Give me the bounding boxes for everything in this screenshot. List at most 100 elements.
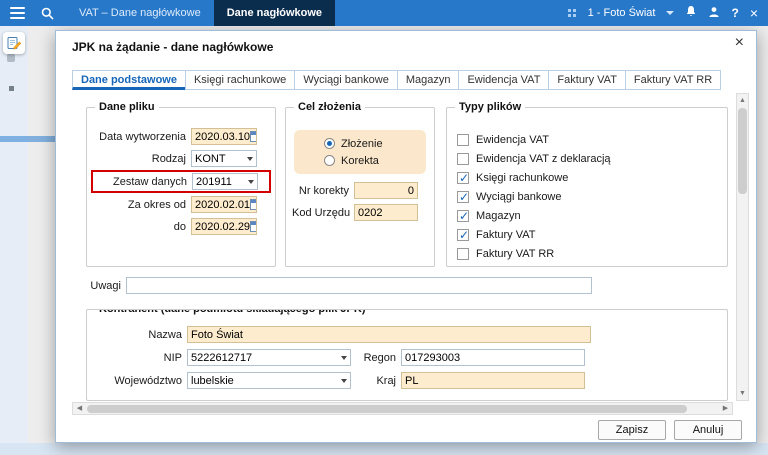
- save-button[interactable]: Zapisz: [598, 420, 666, 440]
- regon-input[interactable]: 017293003: [401, 349, 585, 366]
- nip-dropdown[interactable]: 5222612717: [187, 349, 351, 366]
- checkbox-icon[interactable]: [457, 133, 469, 146]
- jpk-dialog: JPK na żądanie - dane nagłówkowe × Dane …: [55, 30, 757, 443]
- radio-zlozenie[interactable]: Złożenie: [324, 135, 422, 152]
- background-remnant: [7, 54, 15, 62]
- field-value: 0202: [358, 206, 383, 219]
- grid-dots-icon: [567, 8, 577, 18]
- chevron-down-icon[interactable]: [666, 11, 675, 15]
- tab-dane-podstawowe[interactable]: Dane podstawowe: [72, 70, 186, 90]
- scroll-up-icon[interactable]: [737, 95, 748, 106]
- wojewodztwo-dropdown[interactable]: lubelskie: [187, 372, 351, 389]
- group-legend: Typy plików: [455, 101, 526, 113]
- file-types-list: Ewidencja VAT Ewidencja VAT z deklaracją…: [447, 108, 727, 263]
- group-typy-plikow: Typy plików Ewidencja VAT Ewidencja VAT …: [446, 101, 728, 267]
- checkbox-label: Księgi rachunkowe: [476, 171, 569, 184]
- tab-ksiegi-rachunkowe[interactable]: Księgi rachunkowe: [184, 70, 296, 90]
- field-label: Data wytworzenia: [99, 130, 186, 143]
- group-legend: Cel złożenia: [294, 101, 365, 113]
- field-value: 017293003: [405, 351, 461, 364]
- nr-korekty-input[interactable]: 0: [354, 182, 418, 199]
- app-close-icon[interactable]: ×: [750, 5, 758, 21]
- background-selected-row: [0, 136, 55, 142]
- checkbox-icon[interactable]: [457, 209, 469, 223]
- tab-ewidencja-vat[interactable]: Ewidencja VAT: [458, 70, 550, 90]
- topbar-tab-dane-naglowkowe[interactable]: Dane nagłówkowe: [213, 0, 336, 26]
- form-row: Data wytworzenia 2020.03.10: [93, 128, 269, 145]
- checkbox-icon[interactable]: [457, 228, 469, 242]
- hamburger-menu-icon[interactable]: [10, 7, 25, 19]
- background-bottom-strip: [0, 443, 768, 455]
- checkbox-ewidencja-vat[interactable]: Ewidencja VAT: [457, 130, 727, 149]
- zestaw-danych-dropdown[interactable]: 201911: [192, 173, 258, 190]
- calendar-icon[interactable]: [250, 221, 256, 232]
- checkbox-icon[interactable]: [457, 171, 469, 185]
- checkbox-magazyn[interactable]: Magazyn: [457, 206, 727, 225]
- field-label: do: [173, 220, 186, 233]
- radio-korekta[interactable]: Korekta: [324, 152, 422, 169]
- uwagi-input[interactable]: [126, 277, 592, 294]
- radio-icon[interactable]: [324, 138, 335, 149]
- pencil-note-glyph: [7, 37, 22, 50]
- tab-wyciagi-bankowe[interactable]: Wyciągi bankowe: [294, 70, 398, 90]
- group-cel-zlozenia: Cel złożenia Złożenie Korekta Nr korekty…: [285, 101, 435, 267]
- za-okres-od-input[interactable]: 2020.02.01: [191, 196, 257, 213]
- topbar-tab-vat-dane-naglowkowe[interactable]: VAT – Dane nagłówkowe: [66, 0, 214, 26]
- chevron-down-icon: [247, 156, 253, 161]
- nazwa-input[interactable]: Foto Świat: [187, 326, 591, 343]
- rodzaj-dropdown[interactable]: KONT: [191, 150, 257, 167]
- calendar-icon[interactable]: [250, 131, 256, 142]
- za-okres-do-input[interactable]: 2020.02.29: [191, 218, 257, 235]
- vertical-scrollbar-thumb[interactable]: [738, 108, 747, 194]
- checkbox-label: Wyciągi bankowe: [476, 190, 562, 203]
- user-icon[interactable]: [708, 6, 720, 21]
- cancel-button[interactable]: Anuluj: [674, 420, 742, 440]
- scroll-down-icon[interactable]: [737, 388, 748, 399]
- field-value: 0: [407, 184, 414, 197]
- vertical-scrollbar[interactable]: [736, 93, 749, 401]
- horizontal-scrollbar-thumb[interactable]: [87, 405, 687, 413]
- checkbox-icon[interactable]: [457, 190, 469, 204]
- magnifier-glyph: [41, 7, 54, 20]
- kod-urzedu-input[interactable]: 0202: [354, 204, 418, 221]
- checkbox-ewidencja-vat-z-deklaracja[interactable]: Ewidencja VAT z deklaracją: [457, 149, 727, 168]
- checkbox-label: Ewidencja VAT z deklaracją: [476, 152, 611, 165]
- group-legend: Dane pliku: [95, 101, 159, 113]
- checkbox-wyciagi-bankowe[interactable]: Wyciągi bankowe: [457, 187, 727, 206]
- field-value: KONT: [195, 152, 226, 165]
- field-label: Nr korekty: [298, 184, 349, 197]
- radio-icon[interactable]: [324, 155, 335, 166]
- group-legend: Kontrahent (dane podmiotu składającego p…: [95, 310, 370, 315]
- kraj-input[interactable]: PL: [401, 372, 585, 389]
- field-label: Rodzaj: [151, 152, 186, 165]
- search-icon[interactable]: [41, 7, 54, 20]
- note-edit-icon[interactable]: [3, 32, 25, 54]
- user-glyph: [709, 6, 720, 17]
- group-dane-pliku: Dane pliku Data wytworzenia 2020.03.10 R…: [86, 101, 276, 267]
- checkbox-faktury-vat[interactable]: Faktury VAT: [457, 225, 727, 244]
- bell-icon[interactable]: [685, 5, 697, 21]
- tab-faktury-vat-rr[interactable]: Faktury VAT RR: [624, 70, 722, 90]
- checkbox-icon[interactable]: [457, 247, 469, 260]
- help-icon[interactable]: ?: [731, 6, 738, 20]
- field-value: 2020.03.10: [195, 130, 251, 143]
- form-row: NIP 5222612717 Regon 017293003: [95, 349, 719, 366]
- form-row: Za okres od 2020.02.01: [93, 196, 269, 213]
- checkbox-label: Faktury VAT: [476, 228, 536, 241]
- dialog-close-icon[interactable]: ×: [735, 35, 744, 51]
- checkbox-ksiegi-rachunkowe[interactable]: Księgi rachunkowe: [457, 168, 727, 187]
- checkbox-faktury-vat-rr[interactable]: Faktury VAT RR: [457, 244, 727, 263]
- form-row: do 2020.02.29: [93, 218, 269, 235]
- field-value: PL: [405, 374, 419, 387]
- checkbox-icon[interactable]: [457, 152, 469, 165]
- field-label: Regon: [363, 351, 396, 364]
- data-wytworzenia-input[interactable]: 2020.03.10: [191, 128, 257, 145]
- company-selector[interactable]: 1 - Foto Świat: [588, 7, 656, 19]
- horizontal-scrollbar[interactable]: [72, 402, 733, 415]
- calendar-icon[interactable]: [250, 199, 256, 210]
- tab-faktury-vat[interactable]: Faktury VAT: [548, 70, 626, 90]
- chevron-down-icon: [341, 378, 347, 383]
- scroll-left-icon[interactable]: [74, 403, 85, 414]
- tab-magazyn[interactable]: Magazyn: [396, 70, 460, 90]
- scroll-right-icon[interactable]: [720, 403, 731, 414]
